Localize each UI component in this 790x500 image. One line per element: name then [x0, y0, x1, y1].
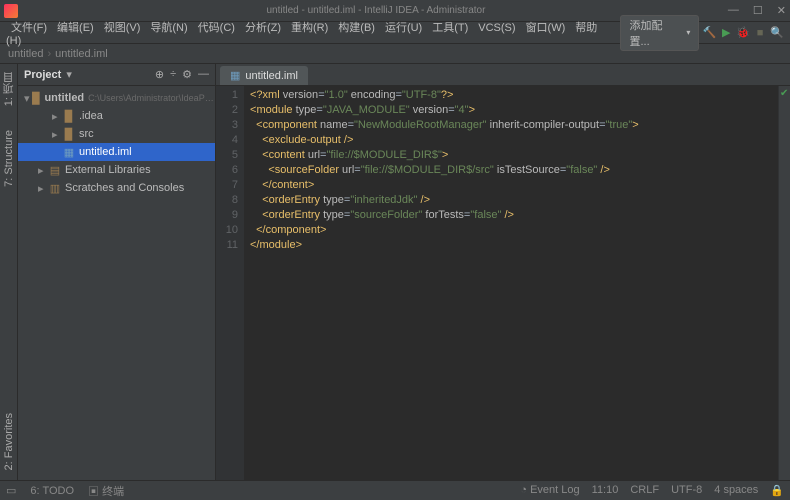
- left-tool-gutter: 1: 项目 7: Structure 2: Favorites: [0, 64, 18, 480]
- tab-structure[interactable]: 7: Structure: [1, 126, 17, 191]
- editor-body[interactable]: 1234567891011 <?xml version="1.0" encodi…: [216, 86, 790, 480]
- file-icon: ▦: [62, 146, 76, 159]
- chevron-right-icon[interactable]: ▸: [52, 110, 62, 123]
- menu-item[interactable]: 构建(B): [333, 20, 380, 36]
- breadcrumb-project[interactable]: untitled: [8, 48, 43, 60]
- tree-item[interactable]: ▸▥Scratches and Consoles: [18, 179, 215, 197]
- statusbar: ▭ 6: TODO ▣ 终端 ◔ Event Log 11:10 CRLF UT…: [0, 480, 790, 500]
- editor-tabbar: ▦ untitled.iml: [216, 64, 790, 86]
- chevron-right-icon: ›: [47, 48, 51, 60]
- status-menu-icon[interactable]: ▭: [6, 484, 16, 497]
- editor-tab-label: untitled.iml: [245, 70, 298, 82]
- menubar: 文件(F)编辑(E)视图(V)导航(N)代码(C)分析(Z)重构(R)构建(B)…: [0, 22, 790, 44]
- run-icon[interactable]: ▶: [719, 26, 733, 40]
- tree-root-label: untitled: [44, 92, 84, 104]
- expand-all-icon[interactable]: ÷: [170, 68, 176, 81]
- select-opened-icon[interactable]: ⊕: [155, 68, 164, 81]
- menu-item[interactable]: 重构(R): [286, 20, 333, 36]
- tab-project[interactable]: 1: 项目: [0, 68, 19, 110]
- tree-item-label: src: [79, 128, 94, 140]
- status-caret-pos[interactable]: 11:10: [592, 484, 619, 497]
- status-todo[interactable]: 6: TODO: [30, 485, 74, 497]
- menu-item[interactable]: 视图(V): [99, 20, 146, 36]
- menu-item[interactable]: 工具(T): [427, 20, 473, 36]
- status-terminal[interactable]: ▣ 终端: [88, 483, 124, 499]
- tree-item-label: .idea: [79, 110, 103, 122]
- build-icon[interactable]: 🔨: [702, 26, 716, 40]
- chevron-right-icon[interactable]: ▸: [52, 128, 62, 141]
- project-view-switcher[interactable]: Project ▾: [24, 68, 72, 81]
- close-icon[interactable]: ✕: [777, 4, 786, 17]
- editor-tab-untitled[interactable]: ▦ untitled.iml: [220, 66, 308, 85]
- menu-item[interactable]: VCS(S): [473, 20, 520, 36]
- menu-item[interactable]: 导航(N): [145, 20, 192, 36]
- line-gutter: 1234567891011: [216, 86, 244, 480]
- minimize-icon[interactable]: —: [728, 4, 739, 17]
- tree-item-label: Scratches and Consoles: [65, 182, 184, 194]
- code-area[interactable]: <?xml version="1.0" encoding="UTF-8"?><m…: [244, 86, 778, 480]
- menu-item[interactable]: 代码(C): [193, 20, 240, 36]
- hide-panel-icon[interactable]: —: [198, 68, 209, 81]
- folder-icon: ▥: [48, 182, 62, 195]
- project-tool-window: Project ▾ ⊕ ÷ ⚙ — ▾ ▉ untitled C:\Users\…: [18, 64, 216, 480]
- tab-favorites[interactable]: 2: Favorites: [1, 409, 17, 474]
- stop-icon[interactable]: ■: [753, 26, 767, 40]
- ok-check-icon: ✔: [780, 88, 788, 99]
- status-event-log[interactable]: ◔ Event Log: [520, 484, 579, 497]
- tree-item[interactable]: ▸▉src: [18, 125, 215, 143]
- folder-icon: ▉: [62, 110, 76, 123]
- project-panel-header: Project ▾ ⊕ ÷ ⚙ —: [18, 64, 215, 86]
- chevron-right-icon[interactable]: ▸: [38, 164, 48, 177]
- menu-item[interactable]: 编辑(E): [52, 20, 99, 36]
- folder-icon: ▉: [31, 92, 41, 105]
- tree-item[interactable]: ▸▤External Libraries: [18, 161, 215, 179]
- intellij-logo-icon: [4, 4, 18, 18]
- breadcrumb-file[interactable]: untitled.iml: [55, 48, 108, 60]
- status-indent[interactable]: 4 spaces: [714, 484, 758, 497]
- folder-icon: ▤: [48, 164, 62, 177]
- folder-icon: ▉: [62, 128, 76, 141]
- tree-root[interactable]: ▾ ▉ untitled C:\Users\Administrator\Idea…: [18, 89, 215, 107]
- menu-item[interactable]: 窗口(W): [521, 20, 571, 36]
- chevron-down-icon[interactable]: ▾: [24, 92, 31, 105]
- editor: ▦ untitled.iml 1234567891011 <?xml versi…: [216, 64, 790, 480]
- project-tree[interactable]: ▾ ▉ untitled C:\Users\Administrator\Idea…: [18, 86, 215, 480]
- search-icon[interactable]: 🔍: [770, 26, 784, 40]
- tree-item-label: untitled.iml: [79, 146, 132, 158]
- run-config-dropdown[interactable]: 添加配置... ▾: [620, 15, 699, 51]
- tree-root-path: C:\Users\Administrator\IdeaProjects\unti…: [88, 93, 215, 103]
- debug-icon[interactable]: 🐞: [736, 26, 750, 40]
- settings-gear-icon[interactable]: ⚙: [182, 68, 192, 81]
- tree-item[interactable]: ▸▉.idea: [18, 107, 215, 125]
- inspections-gutter[interactable]: ✔: [778, 86, 790, 480]
- status-eol[interactable]: CRLF: [630, 484, 659, 497]
- lock-icon[interactable]: 🔒: [770, 484, 784, 497]
- maximize-icon[interactable]: ☐: [753, 4, 763, 17]
- status-encoding[interactable]: UTF-8: [671, 484, 702, 497]
- menu-item[interactable]: 运行(U): [380, 20, 427, 36]
- file-icon: ▦: [230, 69, 240, 82]
- chevron-right-icon[interactable]: ▸: [38, 182, 48, 195]
- tree-item-label: External Libraries: [65, 164, 151, 176]
- tree-item[interactable]: ▦untitled.iml: [18, 143, 215, 161]
- menu-item[interactable]: 分析(Z): [240, 20, 286, 36]
